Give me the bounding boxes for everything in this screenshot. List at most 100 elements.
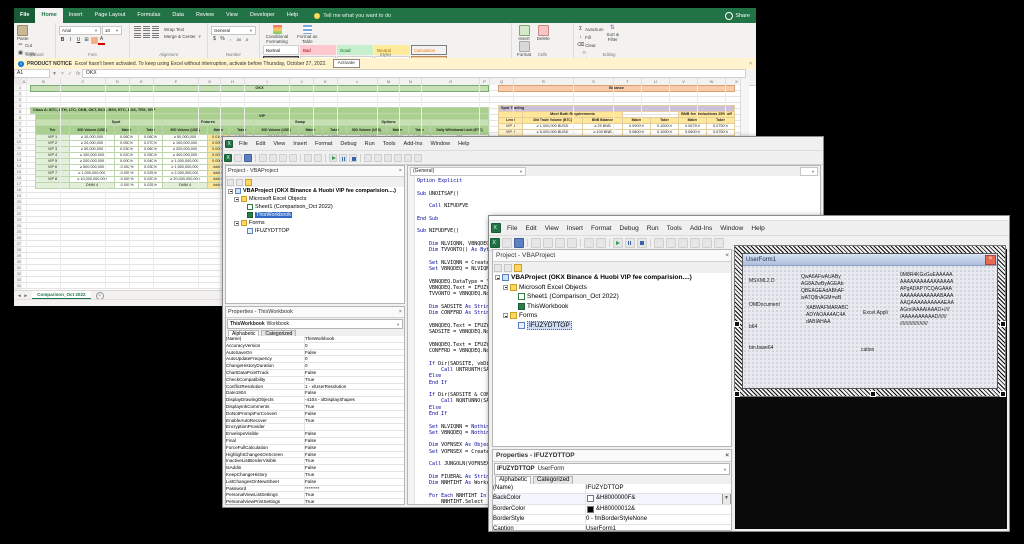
property-value[interactable]: True (305, 377, 404, 383)
paste-icon[interactable] (279, 153, 287, 162)
tree-item-microsoft-excel-objects[interactable]: Microsoft Excel Objects (226, 195, 404, 203)
toolbox-icon[interactable] (404, 153, 412, 162)
userform-label-omdocument[interactable]: OMDocument (749, 302, 780, 309)
redo-icon[interactable] (314, 153, 322, 162)
close-icon[interactable]: × (725, 452, 731, 459)
tell-me-box[interactable]: Tell me what you want to do (314, 12, 391, 19)
vbe-front-menu-debug[interactable]: Debug (616, 225, 643, 232)
property-row-conflictresolution[interactable]: ConflictResolution 1 - xlUserResolution (226, 383, 404, 391)
property-row-date1904[interactable]: Date1904 False (226, 390, 404, 398)
property-row-enableautorecover[interactable]: EnableAutoRecover True (226, 417, 404, 425)
vbe-front-menu-addins[interactable]: Add-Ins (686, 225, 716, 232)
ribbon-tab-page-layout[interactable]: Page Layout (89, 8, 132, 23)
column-header-K[interactable]: K (314, 78, 338, 85)
undo-icon[interactable] (304, 153, 312, 162)
okx-col-header[interactable]: Maker (207, 125, 230, 135)
align-bottom-icon[interactable] (152, 26, 159, 32)
resize-handle[interactable] (870, 391, 876, 397)
property-row-forcefullcalculation[interactable]: ForceFullCalculation False (226, 444, 404, 452)
toolbox-icon[interactable] (702, 238, 712, 248)
row-header-34[interactable]: 34 (14, 283, 22, 289)
column-header-D[interactable]: D (106, 78, 130, 85)
ribbon-tab-view[interactable]: View (220, 8, 244, 23)
properties-window-icon[interactable] (384, 153, 392, 162)
resize-handle[interactable] (734, 321, 740, 327)
underline-button[interactable]: U (75, 37, 82, 44)
column-header-B[interactable]: B (27, 78, 61, 85)
column-header-F[interactable]: F (154, 78, 199, 85)
property-row-name[interactable]: (Name) IFUZYDTTOP (493, 484, 731, 495)
userform-label-binbase64[interactable]: bin.base64 (749, 345, 773, 352)
property-value[interactable]: &H8000000F& ▼ (586, 494, 731, 504)
help-icon[interactable] (714, 238, 724, 248)
object-browser-icon[interactable] (690, 238, 700, 248)
column-header-J[interactable]: J (290, 78, 314, 85)
format-as-table-button[interactable]: Format as Table (294, 25, 320, 44)
okx-col-header[interactable]: Taker (138, 125, 163, 135)
conditional-formatting-button[interactable]: Conditional Formatting (263, 25, 291, 44)
userform-label-cation[interactable]: cation (861, 347, 874, 354)
property-row-backcolor[interactable]: BackColor &H8000000F& ▼ (493, 494, 731, 505)
property-value[interactable]: True (305, 472, 404, 478)
vbe-back-menu-view[interactable]: View (269, 141, 289, 147)
property-value[interactable]: False (305, 431, 404, 437)
tree-item-vbaproject-okx-binance-huobi-v[interactable]: VBAProject (OKX Binance & Huobi VIP fee … (493, 273, 731, 283)
userform-label-base64-file[interactable]: XABWAFMARABC ADYAOAA4AC4A dABIAHAA (806, 305, 848, 326)
userform-label-base64-payload[interactable]: 0M8R4KGxGuEAAAAA AAAAAAAAAAAAAAAA APgADA… (900, 272, 954, 328)
userform-label-base64-path[interactable]: QwA6AFwAUABy AG8AZwByAGEAb QBEAGEAdABhAF… (801, 274, 844, 302)
tree-expander-icon[interactable] (503, 284, 508, 290)
property-row-autosaveon[interactable]: AutoSaveOn False (226, 349, 404, 357)
column-header-V[interactable]: V (670, 78, 698, 85)
userform-label-b64[interactable]: b64 (749, 324, 757, 331)
tree-item-sheet1-comparison-oct-2022-[interactable]: Sheet1 (Comparison_Oct 2022) (226, 203, 404, 211)
sort-filter-button[interactable]: ⇅ Sort & Filter (605, 25, 621, 42)
tree-item-vbaproject-okx-binance-huobi-v[interactable]: VBAProject (OKX Binance & Huobi VIP fee … (226, 187, 404, 195)
property-value[interactable]: True (305, 458, 404, 464)
view-object-button[interactable] (236, 178, 243, 186)
ribbon-tab-file[interactable]: File (14, 8, 36, 23)
tree-expander-icon[interactable] (495, 275, 500, 281)
column-header-U[interactable]: U (642, 78, 670, 85)
reset-icon[interactable] (349, 153, 357, 162)
italic-button[interactable]: I (67, 37, 74, 44)
decrease-decimal-button[interactable]: .0 (243, 36, 250, 43)
okx-data-cell[interactable]: 0.025% (138, 182, 163, 189)
property-row-displaydrawingobjects[interactable]: DisplayDrawingObjects -4104 - xlDisplaySh… (226, 397, 404, 404)
property-row-password[interactable]: Password ******** (226, 485, 404, 493)
property-row-bordercolor[interactable]: BorderColor &H80000012& (493, 504, 731, 515)
ribbon-tab-home[interactable]: Home (35, 8, 63, 23)
resize-handle[interactable] (1000, 391, 1006, 397)
enter-icon[interactable]: ✓ (68, 71, 72, 77)
currency-button[interactable]: $ (211, 36, 218, 43)
align-left-icon[interactable] (134, 33, 141, 39)
align-top-icon[interactable] (134, 26, 141, 32)
property-row-isaddin[interactable]: IsAddin False (226, 465, 404, 472)
tree-item-forms[interactable]: Forms (493, 311, 731, 321)
vbe-front-menu-edit[interactable]: Edit (521, 225, 540, 232)
tree-item-microsoft-excel-objects[interactable]: Microsoft Excel Objects (493, 283, 731, 293)
property-value[interactable]: 0 (305, 363, 404, 369)
toggle-folders-button[interactable] (514, 263, 522, 272)
property-value[interactable]: -4104 - xlDisplayShapes (305, 397, 404, 403)
close-icon[interactable]: × (725, 252, 731, 259)
property-value[interactable]: False (305, 452, 404, 458)
namebox-dropdown-icon[interactable]: ▼ (52, 71, 57, 77)
property-row-name[interactable]: (Name) ThisWorkbook (226, 336, 404, 343)
okx-col-header[interactable]: Tier (35, 125, 70, 135)
copy-icon[interactable] (269, 153, 277, 162)
vbe-back-menu-addins[interactable]: Add-Ins (400, 141, 427, 147)
procedure-combo[interactable]: (General) ▼ (410, 166, 526, 176)
okx-col-header[interactable]: Maker (298, 125, 323, 135)
property-row-autoupdatefrequency[interactable]: AutoUpdateFrequency 0 (226, 356, 404, 364)
increase-decimal-button[interactable]: .00 (235, 36, 242, 43)
break-icon[interactable] (339, 153, 347, 162)
property-row-changehistoryduration[interactable]: ChangeHistoryDuration 0 (226, 363, 404, 370)
vbe-back-menu-format[interactable]: Format (311, 141, 336, 147)
view-object-icon[interactable] (234, 153, 242, 162)
okx-col-header[interactable]: 30D Volume (USD) (162, 125, 208, 135)
property-value[interactable]: IFUZYDTTOP (586, 484, 731, 493)
column-header-L[interactable]: L (338, 78, 378, 85)
reset-icon[interactable] (637, 238, 647, 248)
resize-handle[interactable] (1000, 321, 1006, 327)
borders-button[interactable]: ⊞ (83, 37, 90, 44)
